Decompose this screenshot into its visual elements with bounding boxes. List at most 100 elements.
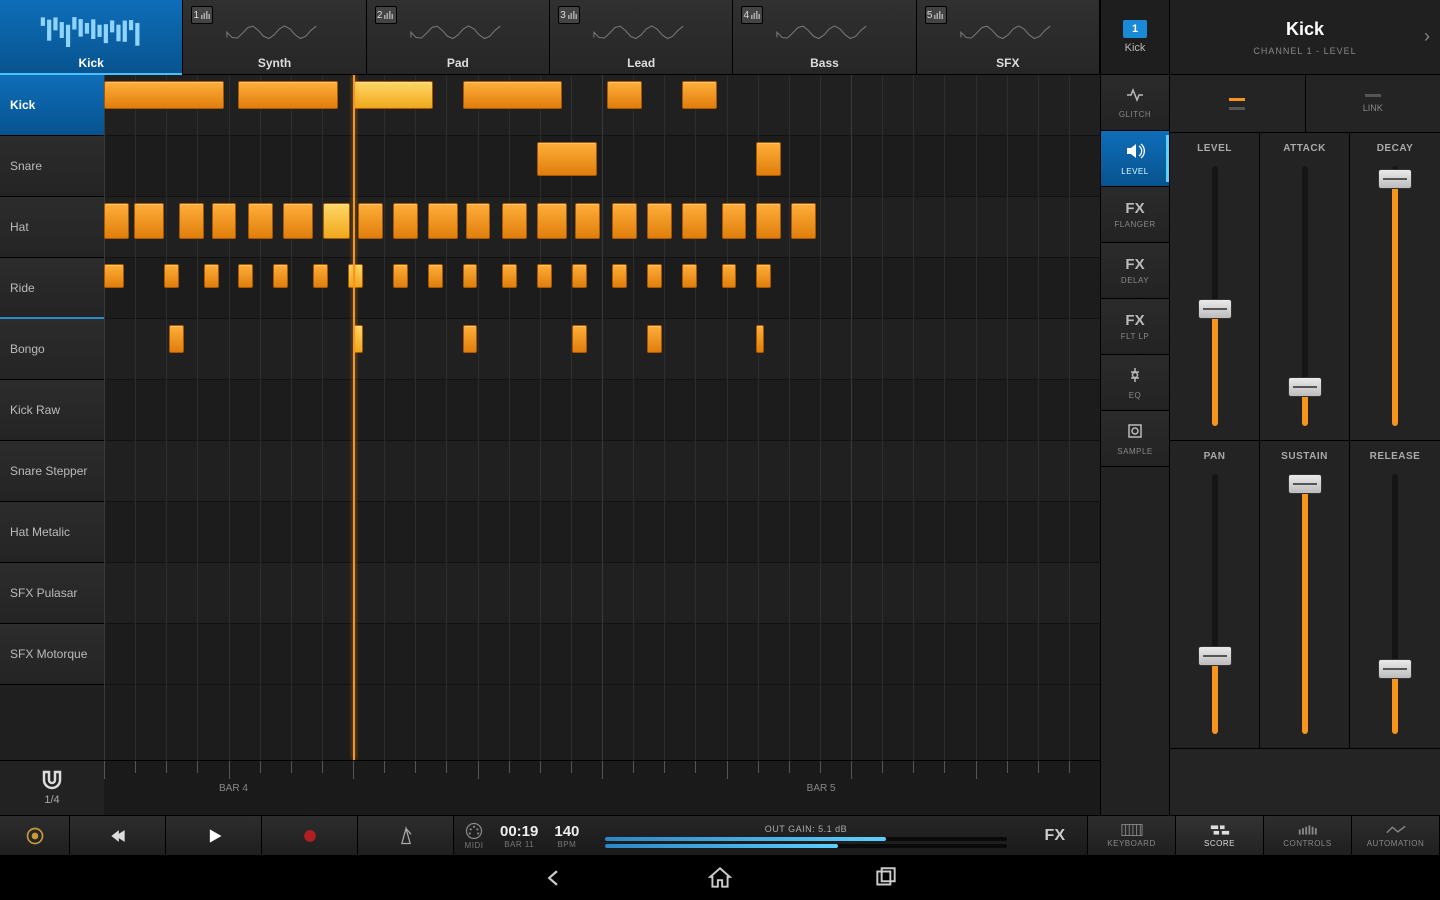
note[interactable] xyxy=(612,264,627,288)
note[interactable] xyxy=(463,264,478,288)
note[interactable] xyxy=(682,81,717,109)
view-mode-keyboard[interactable]: KEYBOARD xyxy=(1088,816,1176,855)
record-button[interactable] xyxy=(262,816,358,855)
module-flanger[interactable]: FXFLANGER xyxy=(1101,187,1169,243)
module-delay[interactable]: FXDELAY xyxy=(1101,243,1169,299)
note[interactable] xyxy=(238,264,253,288)
playhead[interactable] xyxy=(353,75,355,760)
note[interactable] xyxy=(682,203,707,239)
note[interactable] xyxy=(572,325,587,353)
row-header-bongo[interactable]: Bongo xyxy=(0,319,104,380)
slider-decay[interactable]: DECAY xyxy=(1350,133,1440,441)
link-indicator-right[interactable]: LINK xyxy=(1306,75,1440,132)
note[interactable] xyxy=(572,264,587,288)
note[interactable] xyxy=(756,325,764,353)
note[interactable] xyxy=(647,325,662,353)
note[interactable] xyxy=(612,203,637,239)
module-glitch[interactable]: GLITCH xyxy=(1101,75,1169,131)
note[interactable] xyxy=(104,203,129,239)
module-flt-lp[interactable]: FXFLT LP xyxy=(1101,299,1169,355)
app-logo-button[interactable] xyxy=(0,816,70,855)
note[interactable] xyxy=(323,203,350,239)
slider-level[interactable]: LEVEL xyxy=(1170,133,1260,441)
view-mode-controls[interactable]: CONTROLS xyxy=(1264,816,1352,855)
row-header-snare-stepper[interactable]: Snare Stepper xyxy=(0,441,104,502)
track-tab-sfx[interactable]: 5SFX xyxy=(917,0,1100,74)
row-header-kick-raw[interactable]: Kick Raw xyxy=(0,380,104,441)
note[interactable] xyxy=(463,325,478,353)
slider-sustain[interactable]: SUSTAIN xyxy=(1260,441,1350,749)
note[interactable] xyxy=(393,203,418,239)
note[interactable] xyxy=(104,264,124,288)
note[interactable] xyxy=(238,81,338,109)
note[interactable] xyxy=(791,203,816,239)
track-tab-kick[interactable]: Kick xyxy=(0,0,183,74)
note[interactable] xyxy=(463,81,563,109)
bpm-display[interactable]: 140 BPM xyxy=(554,823,579,849)
note[interactable] xyxy=(647,203,672,239)
module-sample[interactable]: SAMPLE xyxy=(1101,411,1169,467)
output-gain[interactable]: OUT GAIN: 5.1 dB xyxy=(595,824,1016,848)
note[interactable] xyxy=(353,81,433,109)
note[interactable] xyxy=(179,203,204,239)
note[interactable] xyxy=(722,203,747,239)
note[interactable] xyxy=(537,142,597,176)
note[interactable] xyxy=(204,264,219,288)
module-level[interactable]: LEVEL xyxy=(1101,131,1169,187)
link-indicator-left[interactable] xyxy=(1170,75,1306,132)
note[interactable] xyxy=(393,264,408,288)
note[interactable] xyxy=(575,203,600,239)
view-mode-score[interactable]: SCORE xyxy=(1176,816,1264,855)
note[interactable] xyxy=(502,264,517,288)
note[interactable] xyxy=(164,264,179,288)
row-header-hat[interactable]: Hat xyxy=(0,197,104,258)
note[interactable] xyxy=(428,203,458,239)
note[interactable] xyxy=(134,203,164,239)
note[interactable] xyxy=(104,81,224,109)
note[interactable] xyxy=(169,325,184,353)
play-button[interactable] xyxy=(166,816,262,855)
view-mode-automation[interactable]: AUTOMATION xyxy=(1352,816,1440,855)
slider-release[interactable]: RELEASE xyxy=(1350,441,1440,749)
fx-button[interactable]: FX xyxy=(1033,827,1077,845)
rewind-button[interactable] xyxy=(70,816,166,855)
row-header-sfx-pulasar[interactable]: SFX Pulasar xyxy=(0,563,104,624)
note[interactable] xyxy=(273,264,288,288)
note[interactable] xyxy=(537,264,552,288)
snap-magnet[interactable]: 1/4 xyxy=(0,760,104,815)
note[interactable] xyxy=(722,264,737,288)
track-tab-lead[interactable]: 3Lead xyxy=(550,0,733,74)
module-eq[interactable]: EQ xyxy=(1101,355,1169,411)
slider-attack[interactable]: ATTACK xyxy=(1260,133,1350,441)
note[interactable] xyxy=(682,264,697,288)
row-header-snare[interactable]: Snare xyxy=(0,136,104,197)
midi-indicator[interactable]: MIDI xyxy=(464,821,484,850)
note[interactable] xyxy=(248,203,273,239)
row-header-ride[interactable]: Ride xyxy=(0,258,104,319)
note[interactable] xyxy=(466,203,491,239)
track-tab-synth[interactable]: 1Synth xyxy=(183,0,366,74)
note[interactable] xyxy=(502,203,527,239)
metronome-button[interactable] xyxy=(358,816,454,855)
row-header-kick[interactable]: Kick xyxy=(0,75,104,136)
note[interactable] xyxy=(756,264,771,288)
home-icon[interactable] xyxy=(707,865,733,891)
track-tab-pad[interactable]: 2Pad xyxy=(367,0,550,74)
recent-apps-icon[interactable] xyxy=(873,865,899,891)
row-header-sfx-motorque[interactable]: SFX Motorque xyxy=(0,624,104,685)
note[interactable] xyxy=(647,264,662,288)
timeline-ruler[interactable]: BAR 4BAR 5 xyxy=(104,760,1100,815)
note[interactable] xyxy=(313,264,328,288)
slider-pan[interactable]: PAN xyxy=(1170,441,1260,749)
note[interactable] xyxy=(283,203,313,239)
next-arrow-icon[interactable]: › xyxy=(1424,26,1430,47)
note[interactable] xyxy=(212,203,237,239)
note[interactable] xyxy=(428,264,443,288)
note[interactable] xyxy=(537,203,567,239)
back-icon[interactable] xyxy=(541,865,567,891)
channel-selector[interactable]: 1Kick xyxy=(1101,0,1169,75)
row-header-hat-metalic[interactable]: Hat Metalic xyxy=(0,502,104,563)
time-display[interactable]: 00:19 BAR 11 xyxy=(500,823,538,849)
note[interactable] xyxy=(756,142,781,176)
note[interactable] xyxy=(607,81,642,109)
